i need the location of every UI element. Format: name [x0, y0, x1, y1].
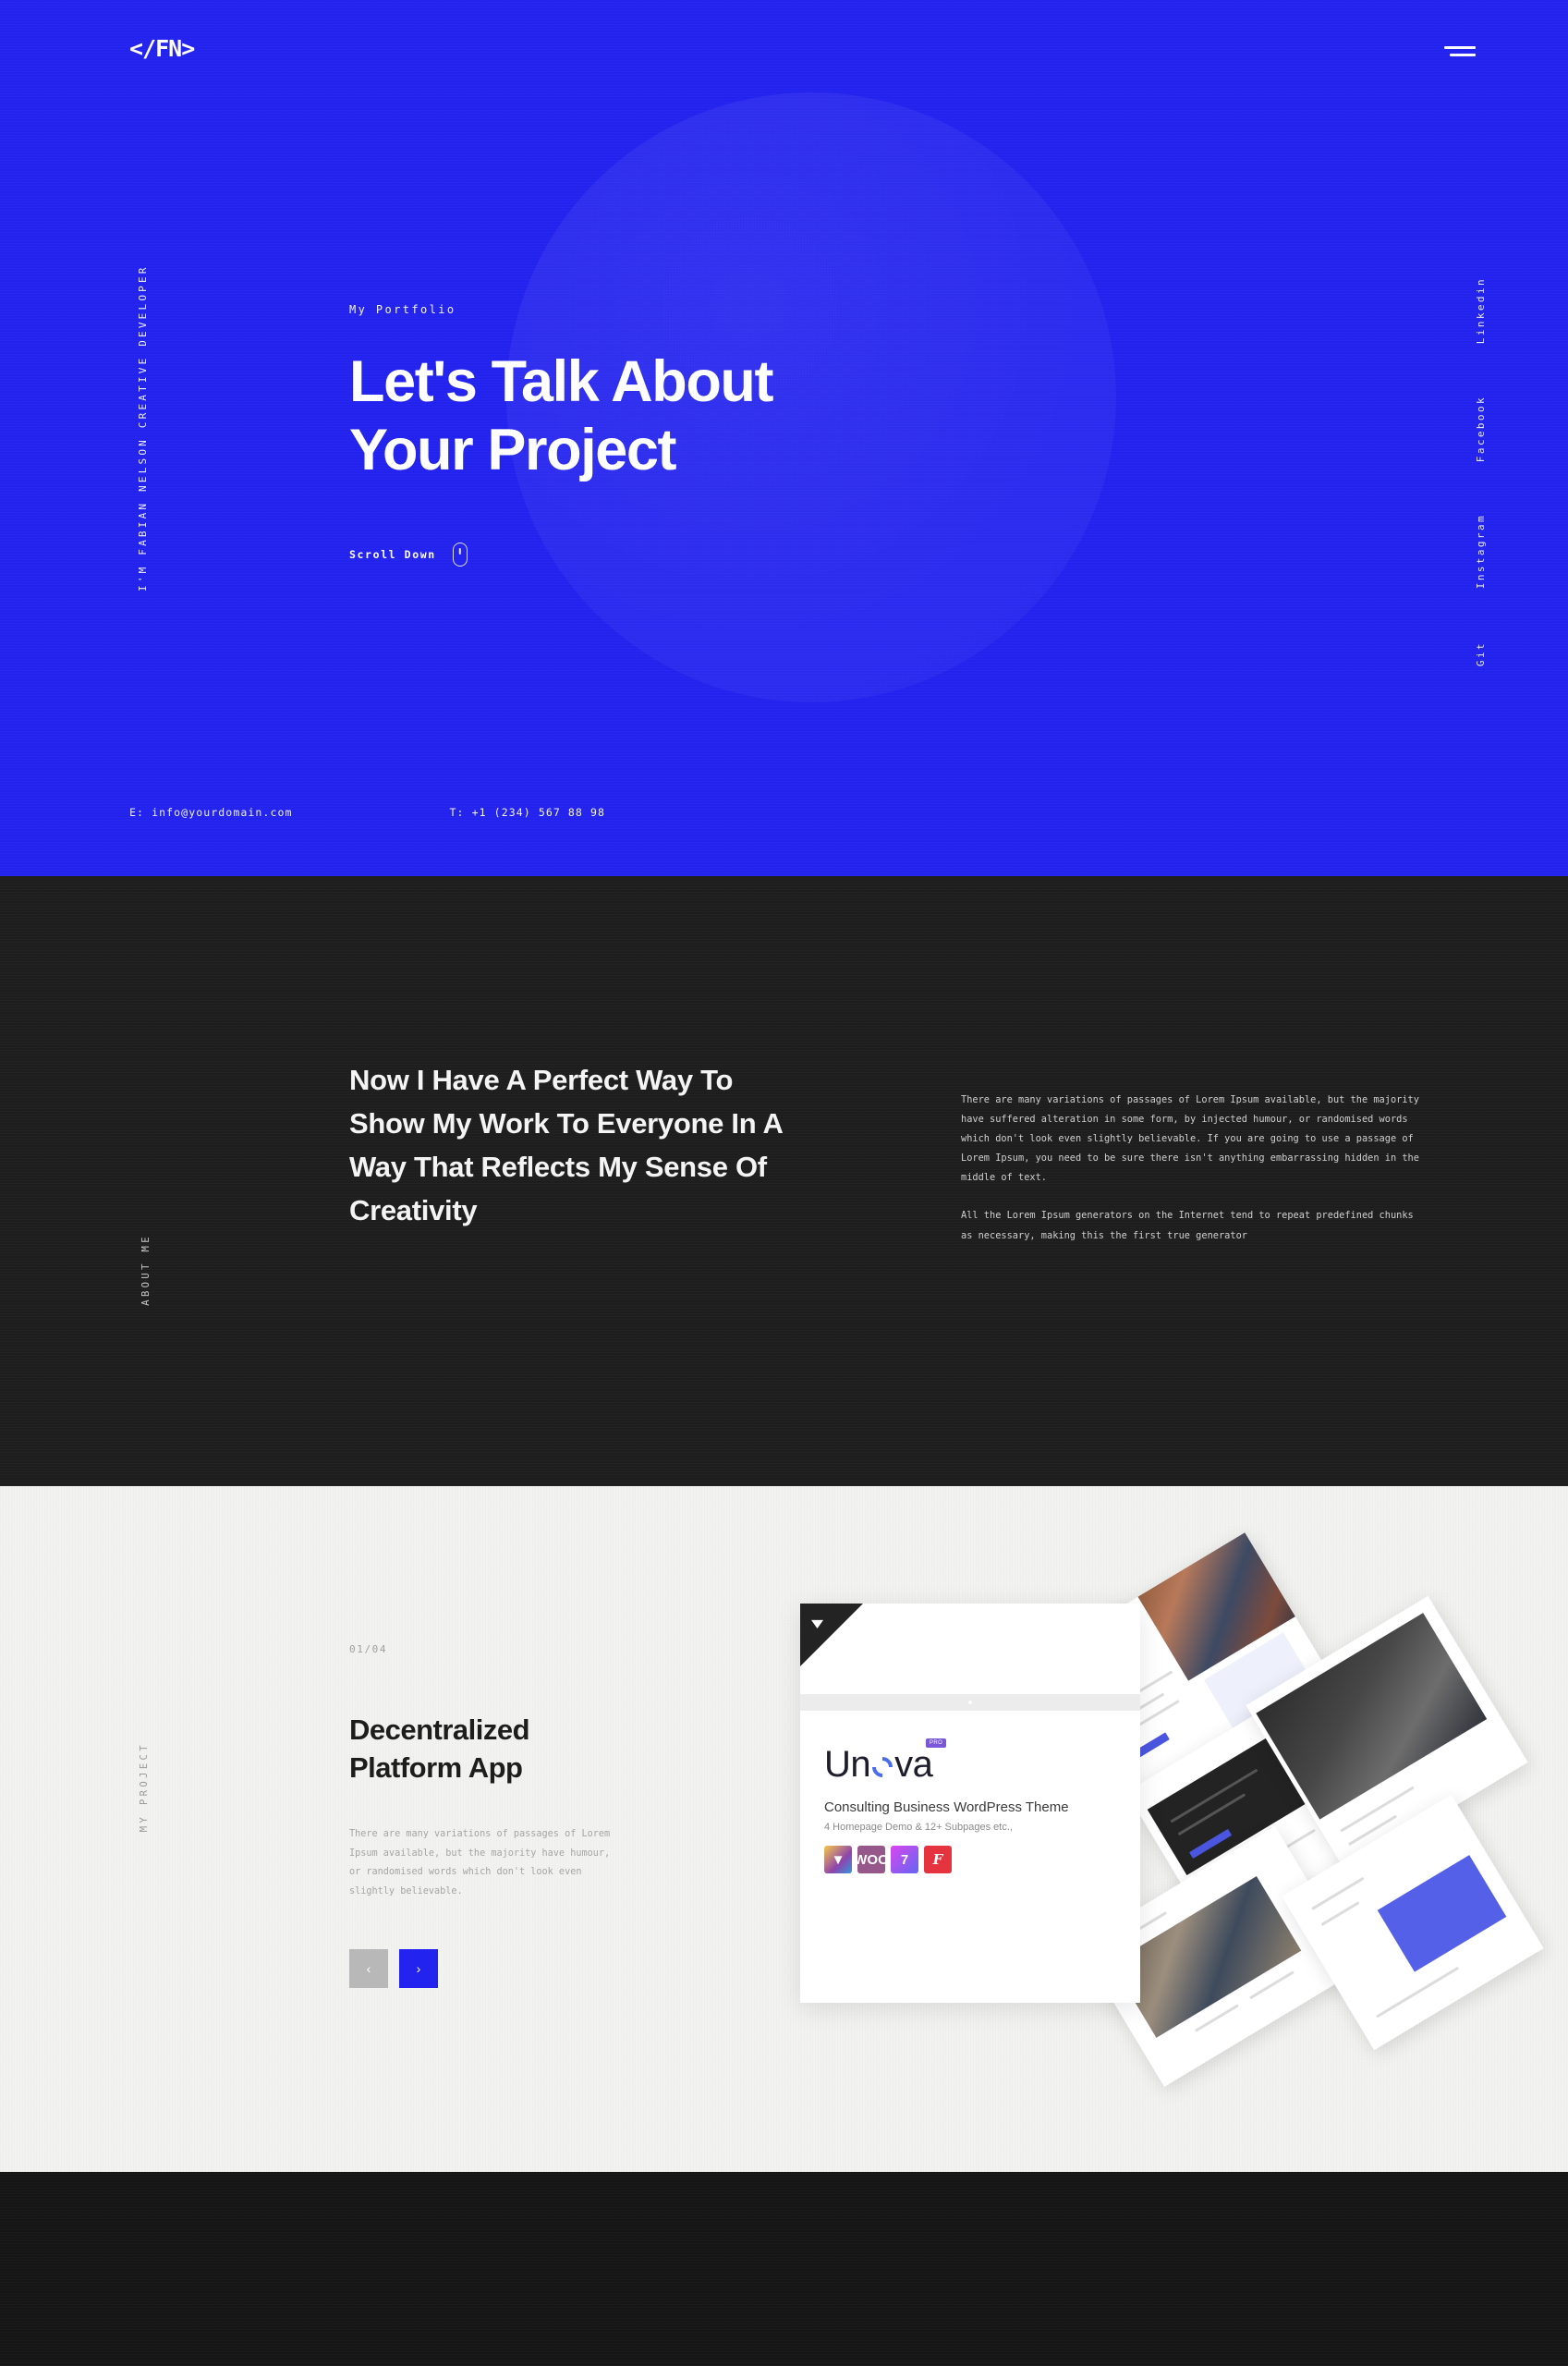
about-body: There are many variations of passages of… [961, 1091, 1423, 1246]
portfolio-page: </FN> I'M FABIAN NELSON CREATIVE DEVELOP… [0, 0, 1568, 2366]
project-title-line-2: Platform App [349, 1751, 523, 1785]
mockup-brand-suffix: va [894, 1744, 933, 1785]
mockup-brand-mark-icon: ▼ [811, 1617, 824, 1630]
project-vertical-label-wrap: MY PROJECT [139, 1742, 150, 1832]
about-heading: Now I Have A Perfect Way To Show My Work… [349, 1064, 783, 1227]
mockup-subtitle: Consulting Business WordPress Theme [824, 1799, 1069, 1815]
footer-noise-overlay [0, 2172, 1568, 2366]
mockup-brand-o-icon [870, 1755, 894, 1779]
mockup-corner-flag [800, 1604, 863, 1666]
mockup-plugin-badges: ▼ WOO 7 F [824, 1846, 952, 1873]
hamburger-menu-icon[interactable] [1444, 46, 1476, 59]
hero-noise-overlay [0, 0, 1568, 876]
project-title-line-1: Decentralized [349, 1714, 530, 1746]
hero-title-line-1: Let's Talk About [349, 349, 774, 414]
social-link-git[interactable]: Git [1475, 641, 1487, 666]
social-link-linkedin[interactable]: Linkedin [1475, 277, 1487, 344]
social-link-instagram[interactable]: Instagram [1475, 514, 1487, 589]
project-mockup-image[interactable]: ▼ Un va PRO Consulting Business WordPress… [800, 1532, 1544, 2088]
woocommerce-icon: WOO [854, 1846, 889, 1873]
mockup-pro-badge: PRO [926, 1738, 947, 1748]
hero-contact-bar: E: info@yourdomain.com T: +1 (234) 567 8… [129, 806, 605, 819]
project-info: 01/04 Decentralized Platform App There a… [349, 1643, 663, 1989]
hero-title-line-2: Your Project [349, 418, 677, 483]
hero-eyebrow: My Portfolio [349, 303, 456, 316]
font-awesome-icon: F [924, 1846, 952, 1873]
scroll-down-control[interactable]: Scroll Down [349, 542, 772, 567]
footer-strip [0, 2172, 1568, 2366]
mockup-blue-panel [1377, 1855, 1506, 1972]
about-vertical-label: ABOUT ME [140, 1234, 152, 1306]
hero-vertical-tagline: I'M FABIAN NELSON CREATIVE DEVELOPER [137, 264, 149, 592]
mockup-brand-name: Un va [824, 1744, 933, 1786]
contact-phone[interactable]: T: +1 (234) 567 88 98 [450, 806, 606, 819]
scroll-down-label: Scroll Down [349, 547, 436, 561]
project-counter: 01/04 [349, 1643, 388, 1655]
visual-composer-icon: ▼ [824, 1846, 852, 1873]
mouse-scroll-icon [452, 542, 468, 567]
hero-content: My Portfolio Let's Talk About Your Proje… [349, 303, 774, 567]
hero-section: </FN> I'M FABIAN NELSON CREATIVE DEVELOP… [0, 0, 1568, 876]
hero-title: Let's Talk About Your Project [349, 348, 774, 485]
project-vertical-label: MY PROJECT [139, 1742, 150, 1833]
project-next-button[interactable]: › [399, 1949, 438, 1989]
social-links: Linkedin Facebook Instagram Git [1475, 277, 1487, 666]
hamburger-line-bottom [1450, 54, 1476, 56]
revolution-slider-icon: 7 [891, 1846, 918, 1873]
project-description: There are many variations of passages of… [349, 1829, 611, 1896]
social-link-facebook[interactable]: Facebook [1475, 396, 1487, 462]
mockup-main-card: ▼ Un va PRO Consulting Business WordPress… [800, 1604, 1140, 2003]
project-slider-nav: ‹ › [349, 1949, 663, 1989]
site-logo[interactable]: </FN> [129, 37, 195, 60]
project-title: Decentralized Platform App [349, 1711, 663, 1787]
mockup-brand-prefix: Un [824, 1744, 871, 1785]
contact-email[interactable]: E: info@yourdomain.com [129, 806, 293, 819]
about-vertical-label-wrap: ABOUT ME [140, 1234, 152, 1306]
mockup-subtitle-secondary: 4 Homepage Demo & 12+ Subpages etc., [824, 1822, 1013, 1833]
project-prev-button[interactable]: ‹ [349, 1949, 388, 1989]
hamburger-line-top [1444, 46, 1476, 49]
mockup-toolbar [800, 1694, 1140, 1711]
about-paragraph-2: All the Lorem Ipsum generators on the In… [961, 1210, 1414, 1241]
about-paragraph-1: There are many variations of passages of… [961, 1094, 1419, 1184]
